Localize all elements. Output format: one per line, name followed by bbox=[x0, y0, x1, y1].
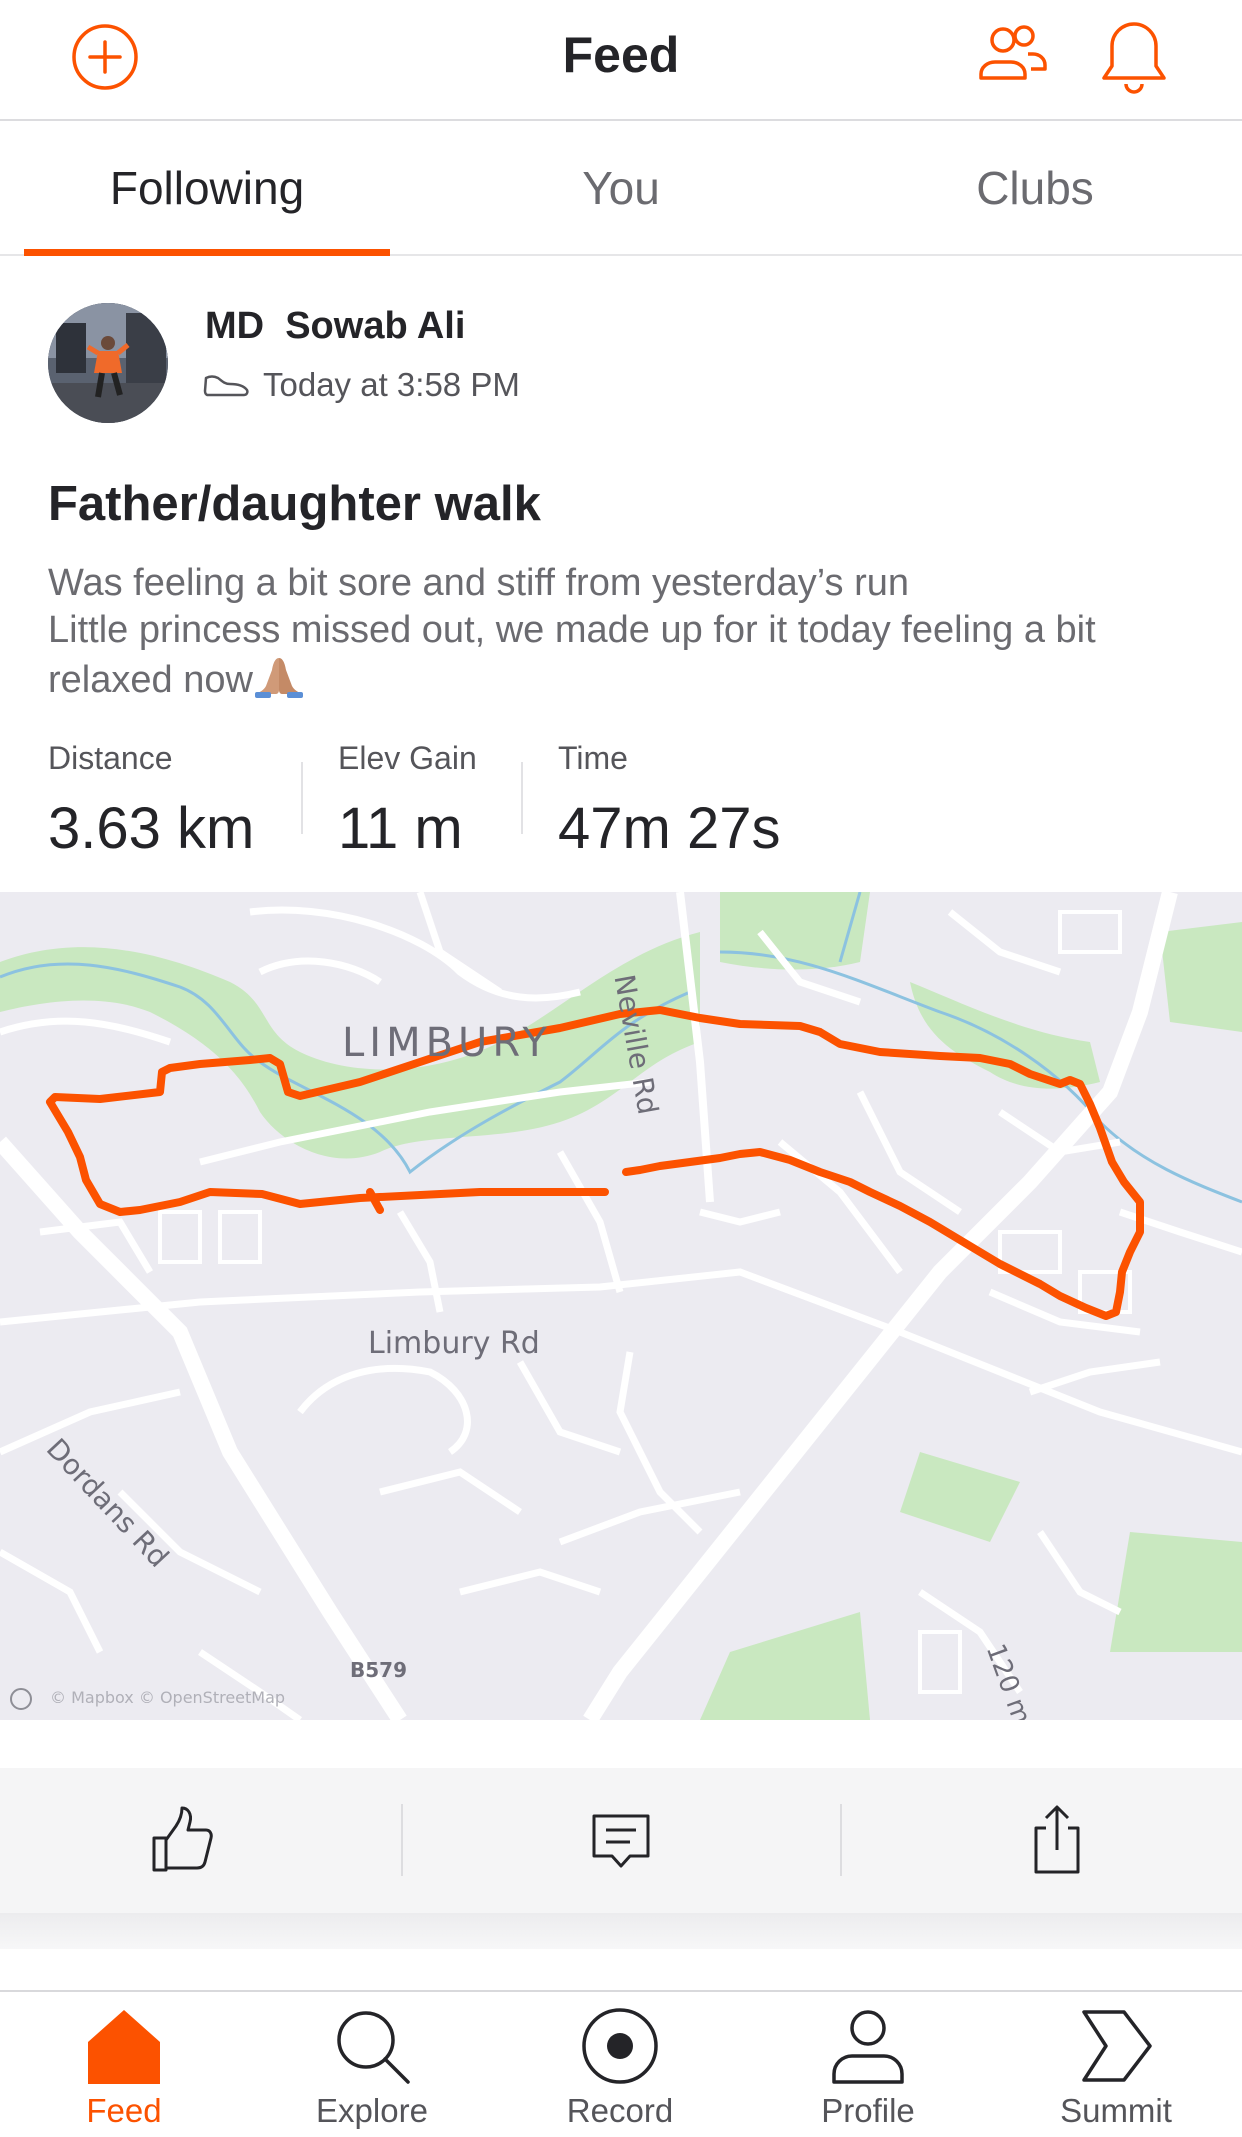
stat-divider bbox=[521, 762, 523, 834]
thumbs-up-icon bbox=[152, 1806, 213, 1872]
shoe-icon bbox=[203, 375, 249, 397]
home-icon bbox=[88, 2010, 160, 2084]
comment-icon bbox=[592, 1814, 650, 1868]
description-line: relaxed now bbox=[48, 659, 253, 701]
search-icon bbox=[337, 2011, 410, 2084]
activity-actions bbox=[0, 1768, 1242, 1913]
nav-feed[interactable]: Feed bbox=[0, 1992, 248, 2137]
tab-you[interactable]: You bbox=[414, 161, 828, 215]
activity-title[interactable]: Father/daughter walk bbox=[48, 476, 541, 532]
top-bar: Feed bbox=[0, 0, 1242, 121]
stat-value: 47m 27s bbox=[558, 796, 781, 861]
map-attribution[interactable]: © Mapbox © OpenStreetMap bbox=[50, 1688, 285, 1707]
activity-description: Was feeling a bit sore and stiff from ye… bbox=[48, 560, 1208, 710]
map-place-label: LIMBURY bbox=[342, 1020, 552, 1066]
kudos-button[interactable] bbox=[148, 1804, 218, 1876]
find-friends-button[interactable] bbox=[976, 24, 1048, 84]
nav-record[interactable]: Record bbox=[496, 1992, 744, 2137]
stat-label: Elev Gain bbox=[338, 740, 477, 776]
map-road-label: Limbury Rd bbox=[368, 1326, 540, 1361]
stat-label: Time bbox=[558, 740, 628, 776]
share-button[interactable] bbox=[1022, 1804, 1092, 1876]
activity-timestamp: Today at 3:58 PM bbox=[263, 366, 520, 403]
praying-hands-icon bbox=[253, 654, 305, 710]
feed-tabs: Following You Clubs bbox=[0, 121, 1242, 256]
nav-label: Explore bbox=[316, 2092, 428, 2129]
avatar-photo bbox=[48, 303, 168, 423]
nav-profile[interactable]: Profile bbox=[744, 1992, 992, 2137]
people-icon bbox=[979, 25, 1047, 80]
stat-label: Distance bbox=[48, 740, 173, 776]
record-icon bbox=[582, 2008, 658, 2084]
nav-label: Feed bbox=[86, 2092, 162, 2129]
tab-following[interactable]: Following bbox=[0, 161, 414, 215]
nav-label: Profile bbox=[821, 2092, 915, 2129]
summit-icon bbox=[1082, 2010, 1152, 2082]
bell-icon bbox=[1102, 22, 1166, 94]
stat-value: 11 m bbox=[338, 796, 463, 861]
description-line: Was feeling a bit sore and stiff from ye… bbox=[48, 562, 910, 604]
stat-time: Time 47m 27s bbox=[558, 740, 780, 862]
active-tab-indicator bbox=[24, 249, 390, 256]
nav-label: Record bbox=[566, 2092, 674, 2129]
share-icon bbox=[1034, 1805, 1080, 1874]
action-divider bbox=[840, 1804, 842, 1876]
route-map[interactable]: LIMBURY Neville Rd Limbury Rd Dordans Rd… bbox=[0, 892, 1242, 1720]
nav-summit[interactable]: Summit bbox=[992, 1992, 1240, 2137]
mapbox-logo-icon[interactable] bbox=[10, 1688, 32, 1710]
description-line: Little princess missed out, we made up f… bbox=[48, 609, 1096, 651]
nav-explore[interactable]: Explore bbox=[248, 1992, 496, 2137]
comment-button[interactable] bbox=[586, 1804, 656, 1876]
card-separator bbox=[0, 1913, 1242, 1949]
avatar[interactable] bbox=[48, 303, 168, 423]
stat-elev-gain: Elev Gain 11 m bbox=[338, 740, 477, 862]
athlete-name[interactable]: MD Sowab Ali bbox=[205, 305, 465, 348]
nav-label: Summit bbox=[1060, 2092, 1172, 2129]
stat-divider bbox=[301, 762, 303, 834]
stat-distance: Distance 3.63 km bbox=[48, 740, 254, 862]
notifications-button[interactable] bbox=[1100, 20, 1168, 94]
bottom-tab-bar: Feed Explore Record Profile Summit bbox=[0, 1990, 1242, 2137]
tab-clubs[interactable]: Clubs bbox=[828, 161, 1242, 215]
page-title: Feed bbox=[562, 27, 680, 83]
map-road-label: B579 bbox=[350, 1658, 407, 1682]
profile-icon bbox=[832, 2010, 904, 2084]
action-divider bbox=[401, 1804, 403, 1876]
activity-meta: Today at 3:58 PM bbox=[203, 366, 520, 404]
stat-value: 3.63 km bbox=[48, 796, 255, 861]
